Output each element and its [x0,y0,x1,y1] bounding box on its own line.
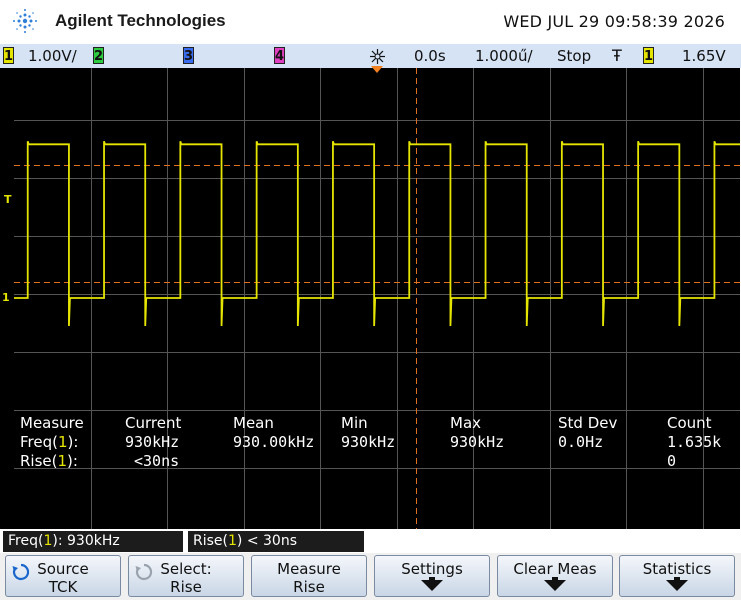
trigger-position-marker-icon [371,66,383,73]
freq-count: 1.635k [667,433,722,451]
trigger-slope-icon: Ŧ [612,46,622,65]
status-bar: 1 1.00V/ 2 3 4 0.0s 1.000ű/ Stop Ŧ 1 1.6… [0,44,741,68]
statistics-softkey[interactable]: Statistics [619,555,735,597]
brand-name: Agilent Technologies [55,11,226,30]
readout-frequency[interactable]: Freq(1): 930kHz [3,531,183,552]
measure-row-freq: Freq(1): 930kHz 930.00kHz 930kHz 930kHz … [20,433,740,451]
header-bar: Agilent Technologies WED JUL 29 09:58:39… [0,0,741,44]
header-max: Max [450,414,482,432]
channel-1-scale: 1.00V/ [28,47,77,65]
trigger-source-indicator[interactable]: 1 [643,47,654,64]
clear-meas-softkey[interactable]: Clear Meas [497,555,613,597]
freq-min: 930kHz [341,433,396,451]
trigger-level-marker[interactable]: T [4,193,12,206]
select-softkey[interactable]: Select: Rise [128,555,244,597]
settings-softkey[interactable]: Settings [374,555,490,597]
freq-mean: 930.00kHz [233,433,315,451]
trigger-level: 1.65V [682,47,726,65]
header-count: Count [667,414,712,432]
run-state[interactable]: Stop [557,44,591,68]
submenu-arrow-icon [421,580,443,591]
channel-4-indicator[interactable]: 4 [274,47,285,64]
row-label: Rise(1): [20,452,78,470]
header-mean: Mean [233,414,274,432]
submenu-arrow-icon [544,580,566,591]
channel-3-indicator[interactable]: 3 [183,47,194,64]
row-label: Freq(1): [20,433,79,451]
acquisition-starburst-icon [370,49,385,64]
time-delay: 0.0s [414,47,446,65]
softkey-bar: Source TCK Select: Rise Measure Rise Set… [0,553,741,600]
channel-1-indicator[interactable]: 1 [3,47,14,64]
header-std-dev: Std Dev [558,414,618,432]
measure-rise-softkey[interactable]: Measure Rise [251,555,367,597]
measure-header-row: Measure Current Mean Min Max Std Dev Cou… [20,414,740,432]
readout-rise-time[interactable]: Rise(1) < 30ns [188,531,364,552]
freq-max: 930kHz [450,433,505,451]
header-measure: Measure [20,414,84,432]
header-min: Min [341,414,368,432]
submenu-arrow-icon [666,580,688,591]
timebase-scale: 1.000ű/ [475,47,533,65]
rise-current: <30ns [134,452,180,470]
freq-std-dev: 0.0Hz [558,433,604,451]
channel-2-indicator[interactable]: 2 [93,47,104,64]
channel-1-trace [14,141,740,327]
source-softkey[interactable]: Source TCK [5,555,121,597]
date-time: WED JUL 29 09:58:39 2026 [503,12,725,31]
freq-current: 930kHz [125,433,180,451]
rise-count: 0 [667,452,677,470]
agilent-spark-logo-icon [13,9,37,33]
channel-1-ground-marker[interactable]: 1 [2,291,10,304]
header-current: Current [125,414,182,432]
measure-row-rise: Rise(1): <30ns 0 [20,452,740,470]
